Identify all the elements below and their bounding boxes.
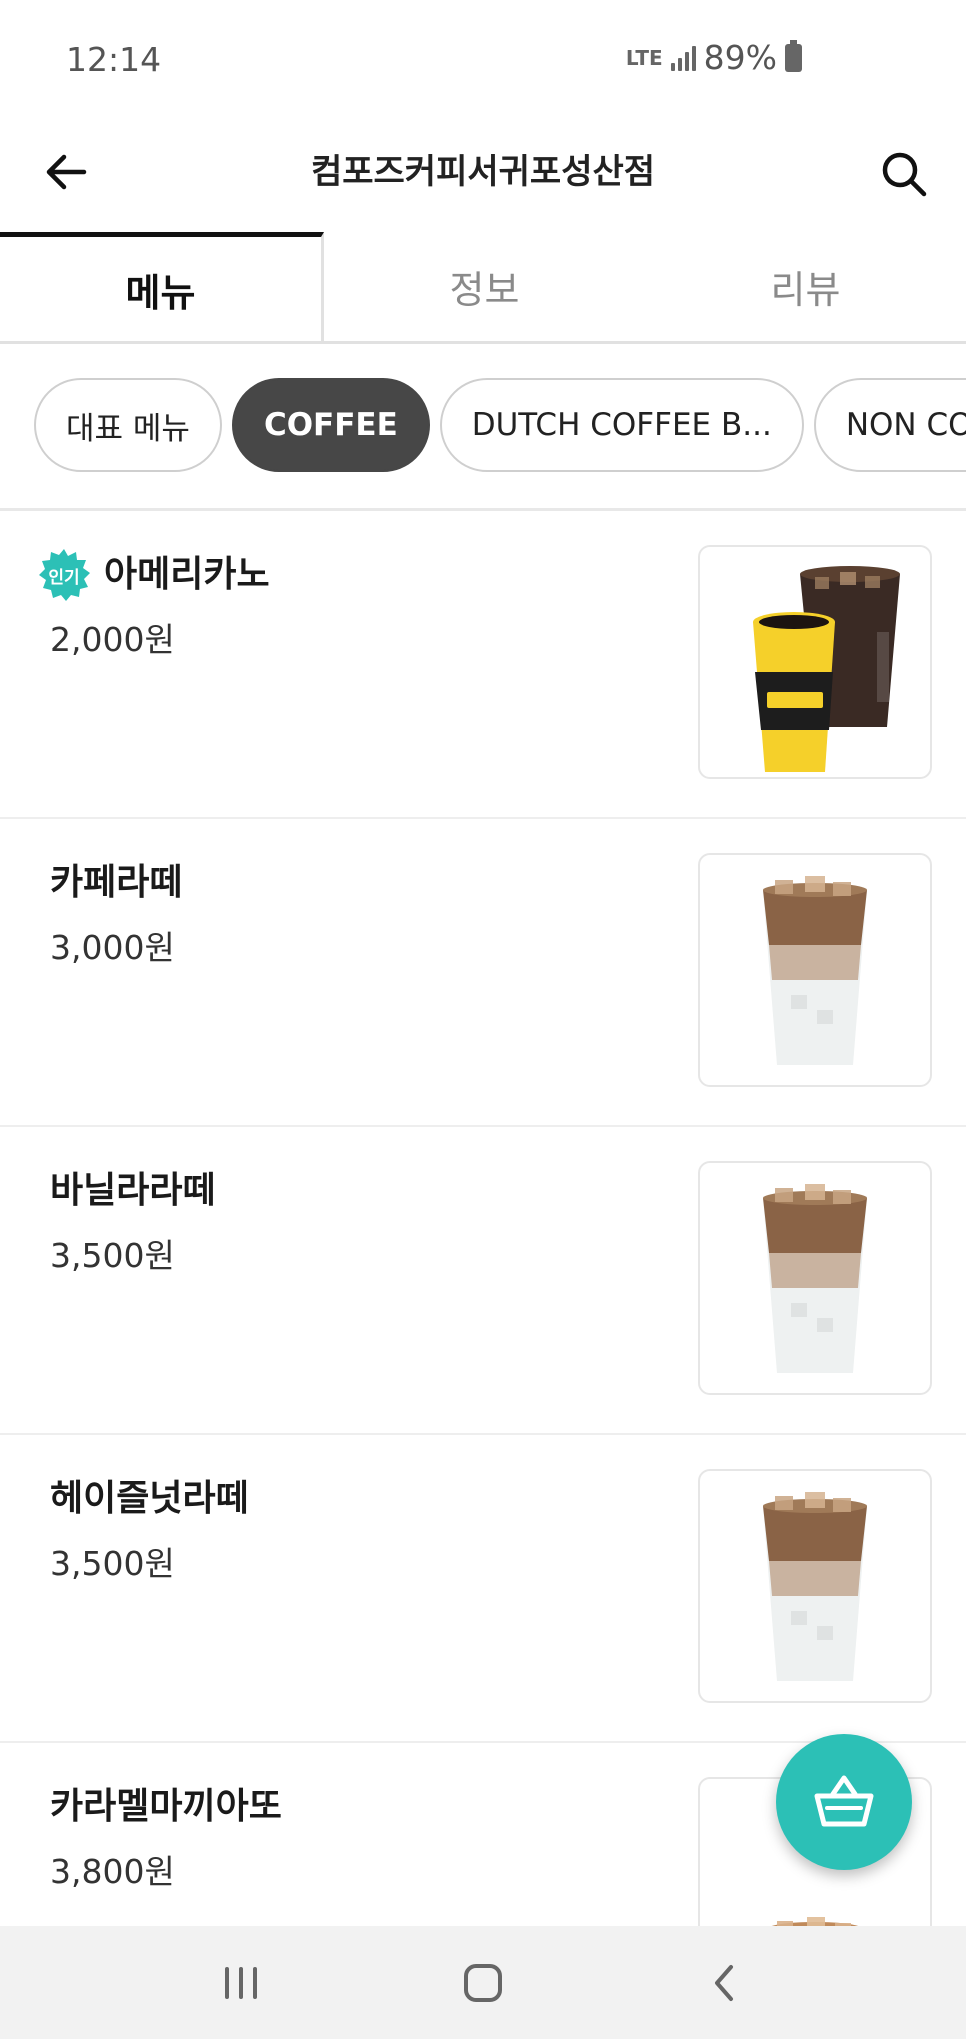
menu-price: 2,000원: [50, 620, 175, 659]
americano-image: [753, 566, 900, 772]
menu-image-cafe-latte: [698, 853, 932, 1087]
chip-non-coffee[interactable]: NON COFFEE: [813, 378, 966, 472]
network-type: LTE: [625, 45, 663, 70]
menu-info: 헤이즐넛라떼 3,500원: [50, 1471, 249, 1585]
status-bar: 12:14 LTE 89%: [0, 0, 966, 120]
tab-info[interactable]: 정보: [324, 232, 645, 341]
menu-name: 아메리카노: [104, 554, 270, 595]
menu-info: 카페라떼 3,000원: [50, 855, 182, 969]
menu-image-hazelnut-latte: [698, 1469, 932, 1703]
menu-info: 카라멜마끼아또 3,800원: [50, 1779, 282, 1893]
search-icon: [882, 152, 927, 197]
basket-icon: [814, 1775, 874, 1827]
menu-item-vanilla-latte[interactable]: 바닐라라떼 3,500원: [0, 1127, 966, 1435]
popular-badge: 인기: [36, 547, 92, 603]
menu-image-americano: [698, 545, 932, 779]
menu-image-vanilla-latte: [698, 1161, 932, 1395]
back-chevron-icon: [715, 1964, 733, 2001]
iced-latte-image: [763, 876, 867, 1065]
category-chips: 대표 메뉴 COFFEE DUTCH COFFEE B... NON COFFE…: [34, 378, 966, 474]
menu-name-row: 헤이즐넛라떼: [50, 1471, 249, 1527]
status-time: 12:14: [66, 40, 162, 79]
system-nav-bar: [0, 1926, 966, 2039]
recents-button[interactable]: [196, 1938, 286, 2028]
menu-name-row: 인기 아메리카노: [36, 547, 270, 603]
store-tabs: 메뉴 정보 리뷰: [0, 232, 966, 344]
battery-icon: [785, 39, 802, 72]
app-header: 컴포즈커피서귀포성산점: [0, 120, 966, 232]
iced-latte-image: [763, 1184, 867, 1373]
chip-coffee[interactable]: COFFEE: [231, 378, 430, 472]
battery-level: 89%: [703, 38, 777, 77]
recents-icon: [225, 1966, 257, 1999]
menu-name-row: 바닐라라떼: [50, 1163, 216, 1219]
badge-label: 인기: [48, 567, 80, 588]
signal-icon: [670, 45, 696, 71]
menu-name: 바닐라라떼: [50, 1170, 216, 1211]
chip-signature-menu[interactable]: 대표 메뉴: [34, 378, 222, 472]
nav-back-button[interactable]: [680, 1938, 770, 2028]
home-button[interactable]: [438, 1938, 528, 2028]
lte-icon: LTE: [625, 45, 663, 70]
menu-name: 카라멜마끼아또: [50, 1786, 282, 1827]
status-indicators: LTE 89%: [626, 38, 802, 77]
menu-name-row: 카페라떼: [50, 855, 182, 911]
menu-info: 인기 아메리카노 2,000원: [39, 547, 270, 661]
store-title: 컴포즈커피서귀포성산점: [310, 152, 656, 192]
menu-item-cafe-latte[interactable]: 카페라떼 3,000원: [0, 819, 966, 1127]
menu-price: 3,500원: [50, 1544, 175, 1583]
menu-price: 3,500원: [50, 1236, 175, 1275]
cart-button[interactable]: [776, 1734, 912, 1870]
chip-dutch-coffee[interactable]: DUTCH COFFEE B...: [439, 378, 804, 472]
menu-name-row: 카라멜마끼아또: [50, 1779, 282, 1835]
search-button[interactable]: [872, 142, 936, 206]
tab-menu[interactable]: 메뉴: [0, 232, 324, 341]
iced-latte-image: [763, 1492, 867, 1681]
home-icon: [464, 1963, 502, 2002]
menu-name: 카페라떼: [50, 862, 183, 903]
menu-price: 3,000원: [50, 928, 175, 967]
tab-review[interactable]: 리뷰: [645, 232, 966, 341]
menu-price: 3,800원: [50, 1852, 175, 1891]
menu-info: 바닐라라떼 3,500원: [50, 1163, 216, 1277]
menu-item-hazelnut-latte[interactable]: 헤이즐넛라떼 3,500원: [0, 1435, 966, 1743]
menu-item-americano[interactable]: 인기 아메리카노 2,000원: [0, 511, 966, 819]
menu-name: 헤이즐넛라떼: [50, 1478, 249, 1519]
